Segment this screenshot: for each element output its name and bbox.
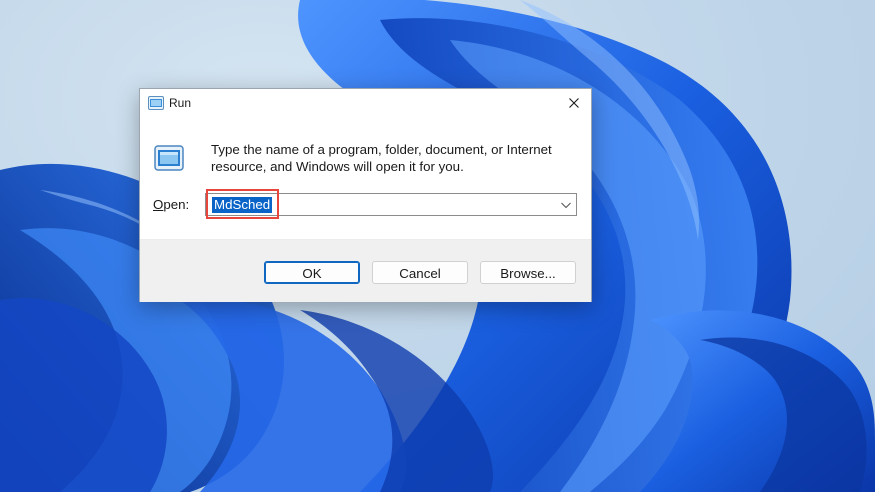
close-button[interactable] [557, 89, 591, 117]
run-icon [154, 145, 184, 171]
open-combobox[interactable]: MdSched [205, 193, 577, 216]
run-app-icon [148, 96, 164, 110]
open-label-text: pen: [163, 197, 190, 212]
browse-button[interactable]: Browse... [480, 261, 576, 284]
button-bar: OK Cancel Browse... [140, 239, 591, 302]
run-dialog: Run Type the name of a program, folder, … [139, 88, 592, 302]
open-input-value[interactable]: MdSched [212, 197, 273, 213]
title-bar[interactable]: Run [140, 89, 591, 117]
chevron-down-icon[interactable] [560, 200, 572, 210]
close-icon [569, 98, 579, 108]
run-description: Type the name of a program, folder, docu… [211, 142, 552, 174]
open-label-mnemonic: O [153, 197, 164, 212]
cancel-button[interactable]: Cancel [372, 261, 468, 284]
window-title: Run [169, 96, 192, 110]
ok-button[interactable]: OK [264, 261, 360, 284]
open-label: Open: [153, 197, 189, 212]
